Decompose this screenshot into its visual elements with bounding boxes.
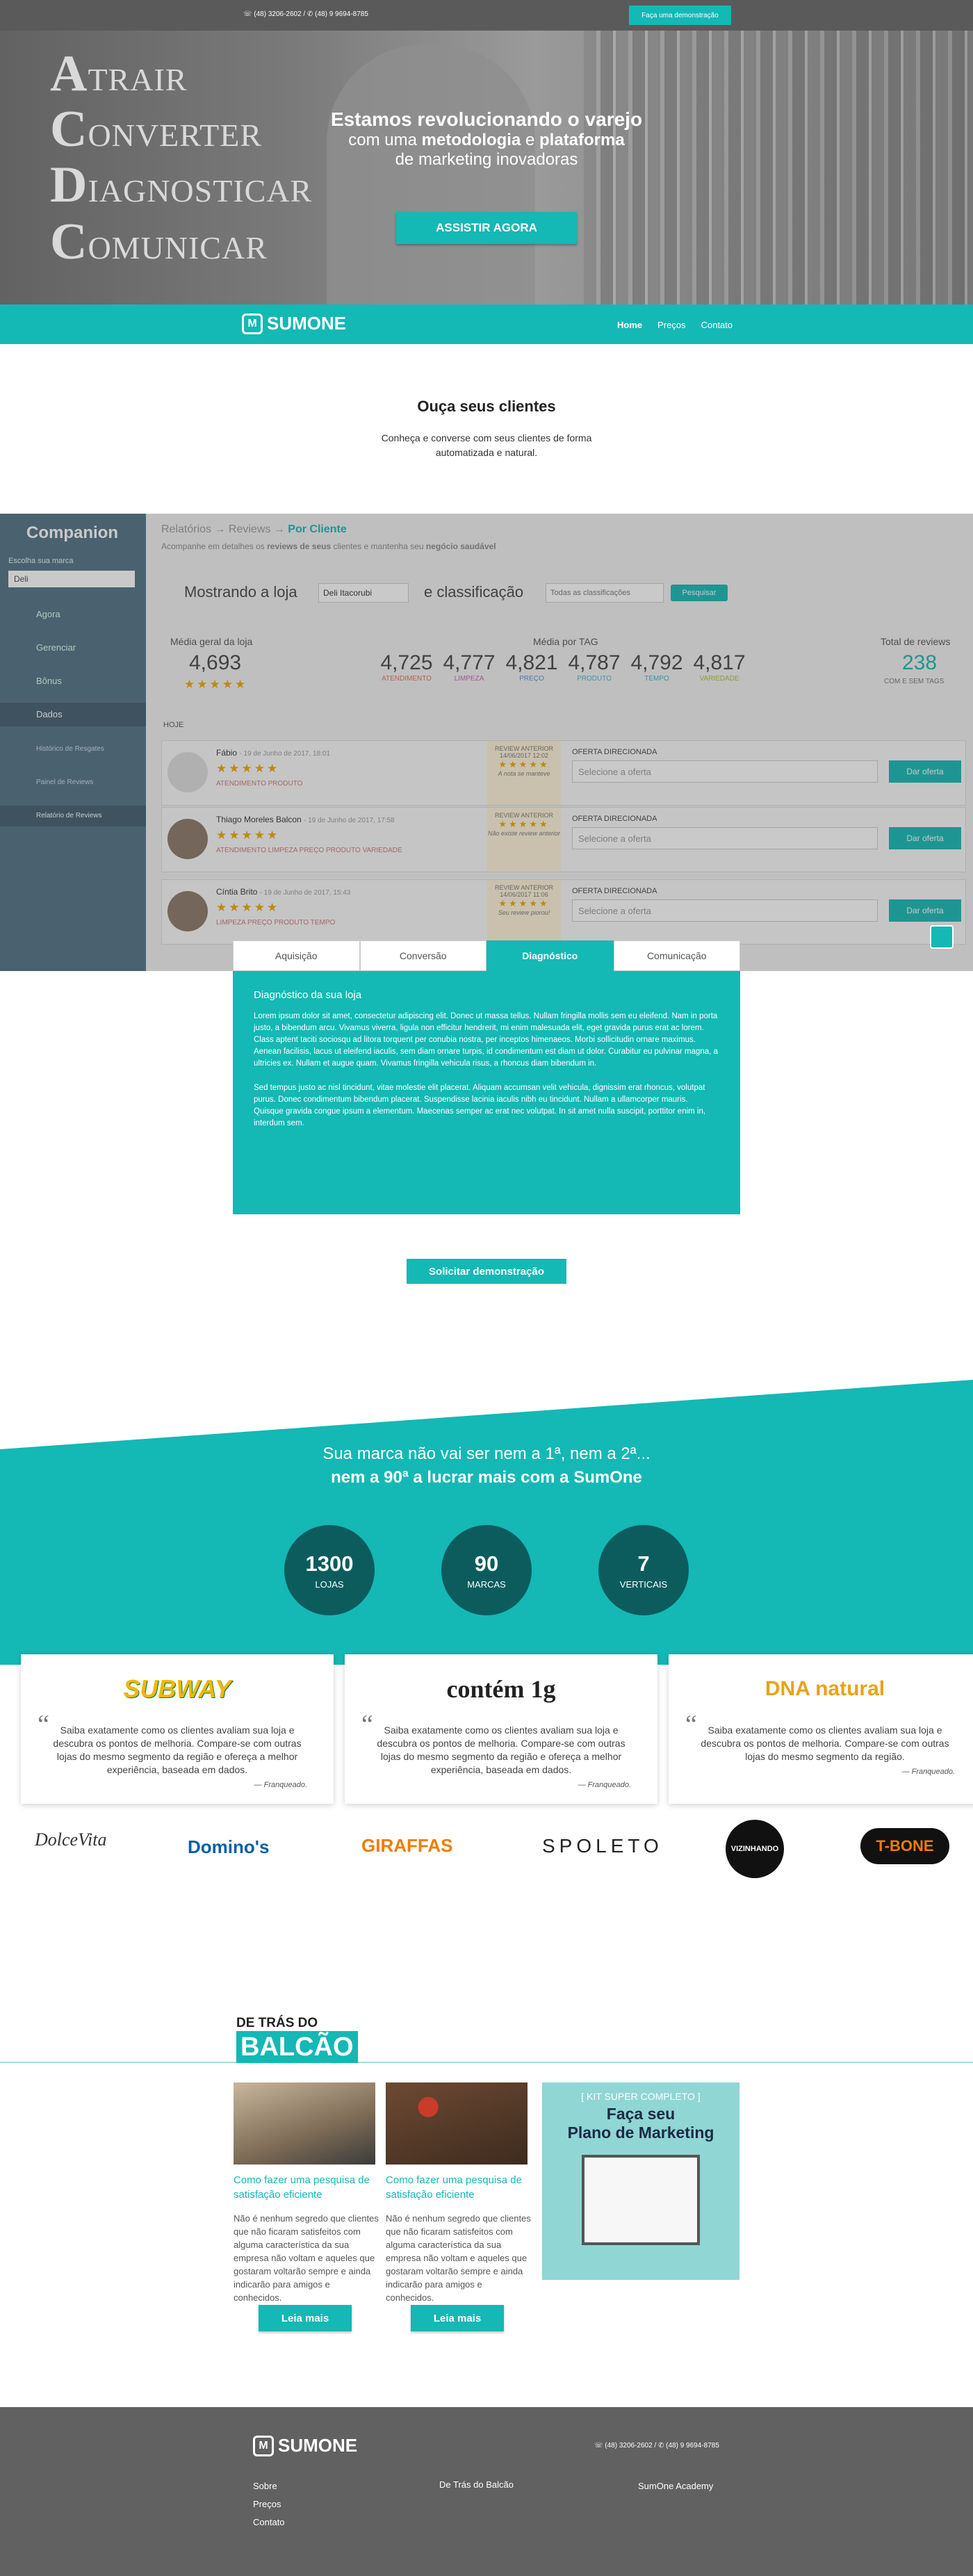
dashboard-screenshot: Companion Escolha sua marca Deli Agora G… bbox=[0, 514, 973, 971]
post-image[interactable] bbox=[386, 2082, 528, 2165]
request-demo-button[interactable]: Solicitar demonstração bbox=[407, 1259, 566, 1284]
contact-phones: ☏ (48) 3206-2602 / ✆ (48) 9 9694-8785 bbox=[243, 10, 368, 18]
tab-conversao[interactable]: Conversão bbox=[359, 940, 486, 971]
testimonial-card: DNA natural “Saiba exatamente como os cl… bbox=[669, 1654, 973, 1804]
post-excerpt: Não é nenhum segredo que clientes que nã… bbox=[234, 2213, 379, 2303]
post-excerpt: Não é nenhum segredo que clientes que nã… bbox=[386, 2213, 531, 2303]
acdc-line-2: CONVERTER bbox=[50, 101, 263, 158]
chat-icon[interactable] bbox=[930, 925, 954, 949]
dashboard-overlay bbox=[0, 514, 973, 971]
acdc-line-4: COMUNICAR bbox=[50, 213, 268, 270]
footer: M SUMONE ☏ (48) 3206-2602 / ✆ (48) 9 9694… bbox=[0, 2407, 973, 2576]
brand-tbone: T-BONE bbox=[860, 1828, 949, 1864]
nav-precos[interactable]: Preços bbox=[657, 320, 685, 330]
nav-contato[interactable]: Contato bbox=[701, 320, 733, 330]
listen-subtitle: Conheça e converse com seus clientes de … bbox=[381, 432, 592, 458]
quote-icon: “ bbox=[38, 1710, 49, 1739]
kit-tag: [ KIT SUPER COMPLETO ] bbox=[581, 2091, 701, 2102]
quote-icon: “ bbox=[361, 1710, 373, 1739]
panel-title: Diagnóstico da sua loja bbox=[254, 989, 362, 1001]
brand-dolcevita: DolceVita bbox=[35, 1829, 107, 1850]
marketing-kit-banner[interactable]: [ KIT SUPER COMPLETO ] Faça seu Plano de… bbox=[542, 2082, 739, 2280]
brand-dominos: Domino's bbox=[188, 1836, 270, 1857]
contem1g-logo: contém 1g bbox=[446, 1675, 556, 1703]
brand-spoleto: SPOLETO bbox=[542, 1835, 663, 1857]
stat-lojas: 1300 LOJAS bbox=[284, 1525, 375, 1615]
kit-title-2: Plano de Marketing bbox=[567, 2123, 714, 2142]
presenter-image bbox=[327, 44, 535, 304]
subway-logo: SUBWAY bbox=[123, 1674, 231, 1703]
brand-vizinhando: VIZINHANDO bbox=[726, 1820, 784, 1878]
feature-tabs: Aquisição Conversão Diagnóstico Comunica… bbox=[233, 940, 740, 971]
tab-panel: Diagnóstico da sua loja Lorem ipsum dolo… bbox=[233, 971, 740, 1214]
footer-phones: ☏ (48) 3206-2602 / ✆ (48) 9 9694-8785 bbox=[594, 2442, 719, 2449]
sumone-logo[interactable]: M SUMONE bbox=[242, 313, 346, 334]
demo-button[interactable]: Faça uma demonstração bbox=[629, 6, 731, 25]
brand-headline: Sua marca não vai ser nem a 1ª, nem a 2ª… bbox=[322, 1444, 651, 1487]
quote-icon: “ bbox=[685, 1710, 697, 1739]
main-navbar: M SUMONE Home Preços Contato bbox=[0, 304, 973, 344]
panel-paragraph-1: Lorem ipsum dolor sit amet, consectetur … bbox=[254, 1012, 718, 1068]
testimonial-card: SUBWAY “Saiba exatamente como os cliente… bbox=[21, 1654, 334, 1804]
blog-heading: DE TRÁS DO BALCÃO bbox=[236, 2016, 358, 2063]
footer-link-contato[interactable]: Contato bbox=[253, 2517, 285, 2527]
stat-marcas: 90 MARCAS bbox=[441, 1525, 532, 1615]
hero-banner: ATRAIR CONVERTER DIAGNOSTICAR COMUNICAR … bbox=[0, 31, 973, 304]
brand-giraffas: GIRAFFAS bbox=[361, 1835, 453, 1856]
footer-link-precos[interactable]: Preços bbox=[253, 2499, 281, 2509]
nav-menu: Home Preços Contato bbox=[602, 319, 733, 332]
tab-comunicacao[interactable]: Comunicação bbox=[613, 940, 740, 971]
testimonial-card: contém 1g “Saiba exatamente como os clie… bbox=[345, 1654, 657, 1804]
hero-headline: Estamos revolucionando o varejo com uma … bbox=[330, 108, 643, 169]
blog-divider bbox=[0, 2062, 973, 2063]
post-title[interactable]: Como fazer uma pesquisa de satisfação ef… bbox=[386, 2173, 532, 2202]
watch-now-button[interactable]: ASSISTIR AGORA bbox=[396, 212, 577, 244]
acdc-line-3: DIAGNOSTICAR bbox=[50, 156, 313, 213]
nav-home[interactable]: Home bbox=[617, 320, 642, 330]
acdc-line-1: ATRAIR bbox=[50, 45, 188, 102]
dna-natural-logo: DNA natural bbox=[764, 1677, 885, 1700]
top-bar: ☏ (48) 3206-2602 / ✆ (48) 9 9694-8785 Fa… bbox=[0, 0, 973, 31]
kit-title-1: Faça seu bbox=[606, 2105, 676, 2123]
kit-laptop-image bbox=[582, 2155, 700, 2245]
footer-link-blog[interactable]: De Trás do Balcão bbox=[439, 2479, 514, 2490]
read-more-button[interactable]: Leia mais bbox=[259, 2305, 352, 2331]
post-title[interactable]: Como fazer uma pesquisa de satisfação ef… bbox=[234, 2173, 379, 2202]
tab-diagnostico[interactable]: Diagnóstico bbox=[486, 940, 614, 971]
tab-aquisicao[interactable]: Aquisição bbox=[233, 940, 360, 971]
footer-logo[interactable]: M SUMONE bbox=[253, 2435, 357, 2456]
logo-mark: M bbox=[242, 313, 263, 334]
panel-paragraph-2: Sed tempus justo ac nisl tincidunt, vita… bbox=[254, 1084, 706, 1127]
read-more-button[interactable]: Leia mais bbox=[411, 2305, 504, 2331]
brand-section-bg bbox=[0, 1380, 973, 1665]
footer-link-academy[interactable]: SumOne Academy bbox=[638, 2481, 713, 2491]
stat-verticais: 7 VERTICAIS bbox=[598, 1525, 689, 1615]
listen-title: Ouça seus clientes bbox=[417, 398, 556, 415]
footer-link-sobre[interactable]: Sobre bbox=[253, 2481, 277, 2491]
post-image[interactable] bbox=[234, 2082, 375, 2165]
